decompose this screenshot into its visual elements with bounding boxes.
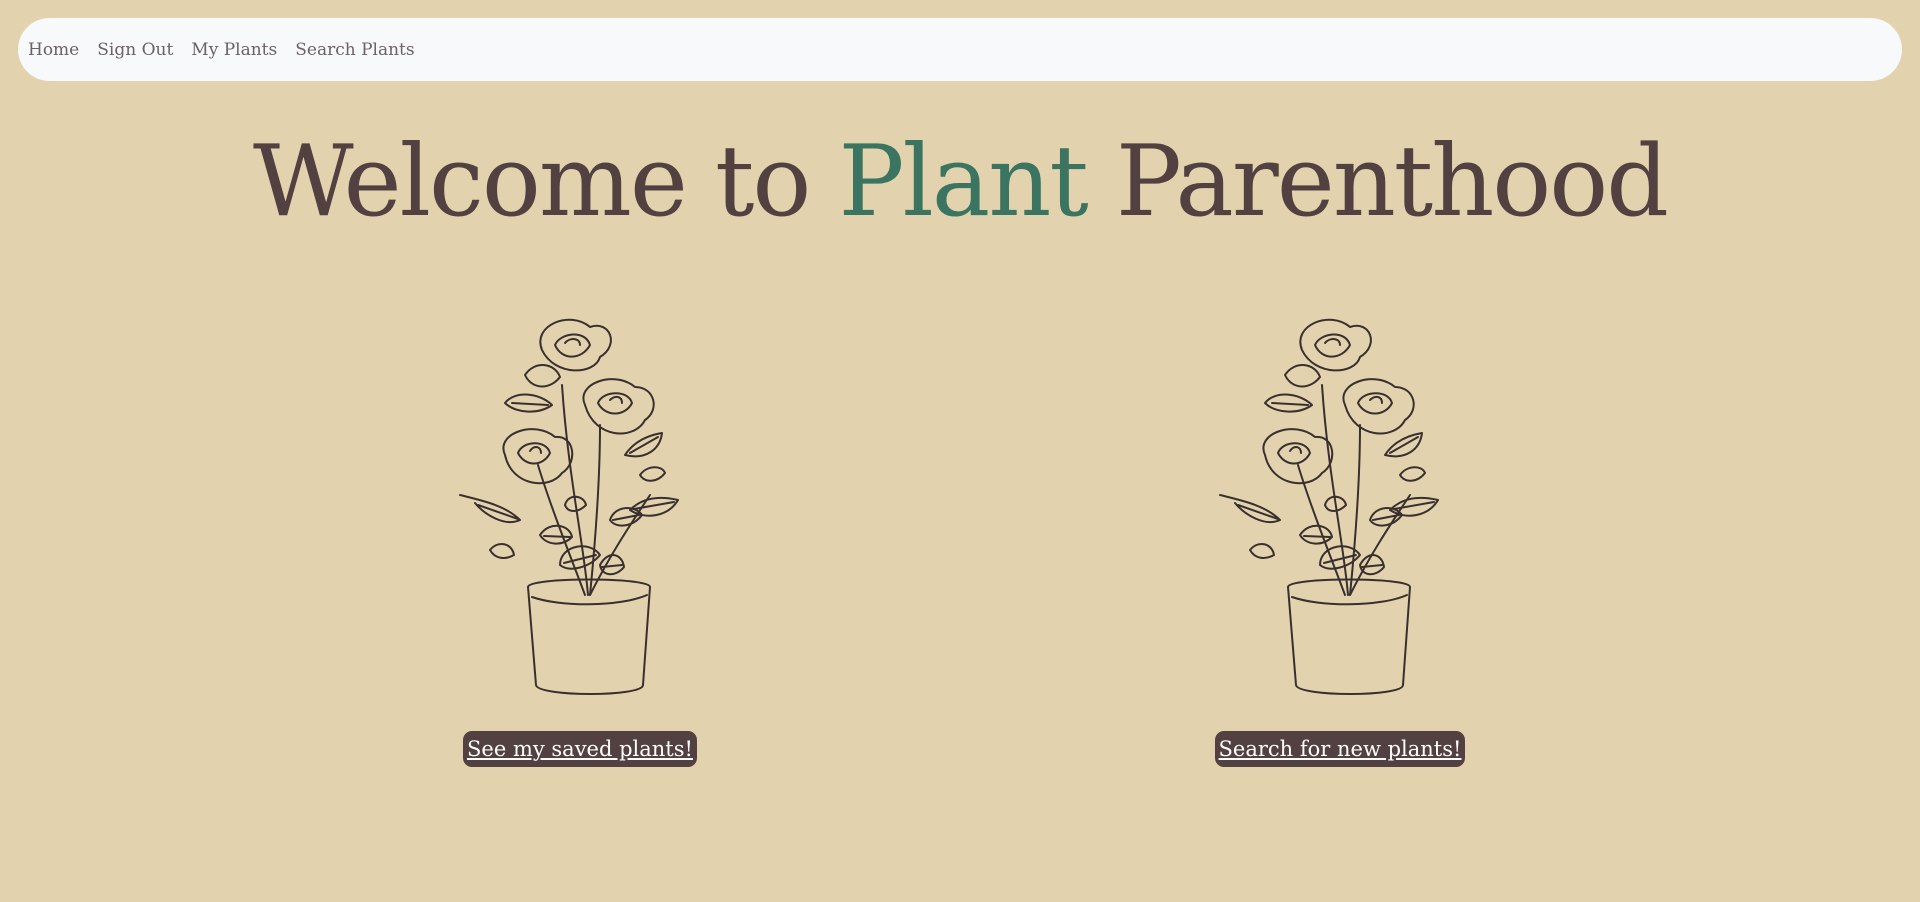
nav-home-link[interactable]: Home	[28, 40, 79, 60]
saved-plants-card: See my saved plants!	[430, 305, 730, 767]
title-text-start: Welcome to	[252, 125, 839, 239]
potted-plant-illustration	[1219, 318, 1439, 695]
nav-my-plants-link[interactable]: My Plants	[191, 40, 277, 60]
see-saved-plants-button[interactable]: See my saved plants!	[463, 731, 697, 767]
top-navbar: Home Sign Out My Plants Search Plants	[18, 18, 1902, 81]
title-accent-word: Plant	[838, 125, 1089, 239]
nav-sign-out-link[interactable]: Sign Out	[97, 40, 173, 60]
potted-plant-illustration	[459, 318, 679, 695]
search-new-plants-button[interactable]: Search for new plants!	[1214, 731, 1466, 767]
page-title: Welcome to Plant Parenthood	[0, 112, 1920, 252]
nav-search-plants-link[interactable]: Search Plants	[295, 40, 414, 60]
search-plants-card: Search for new plants!	[1190, 305, 1490, 767]
title-text-end: Parenthood	[1086, 125, 1669, 239]
